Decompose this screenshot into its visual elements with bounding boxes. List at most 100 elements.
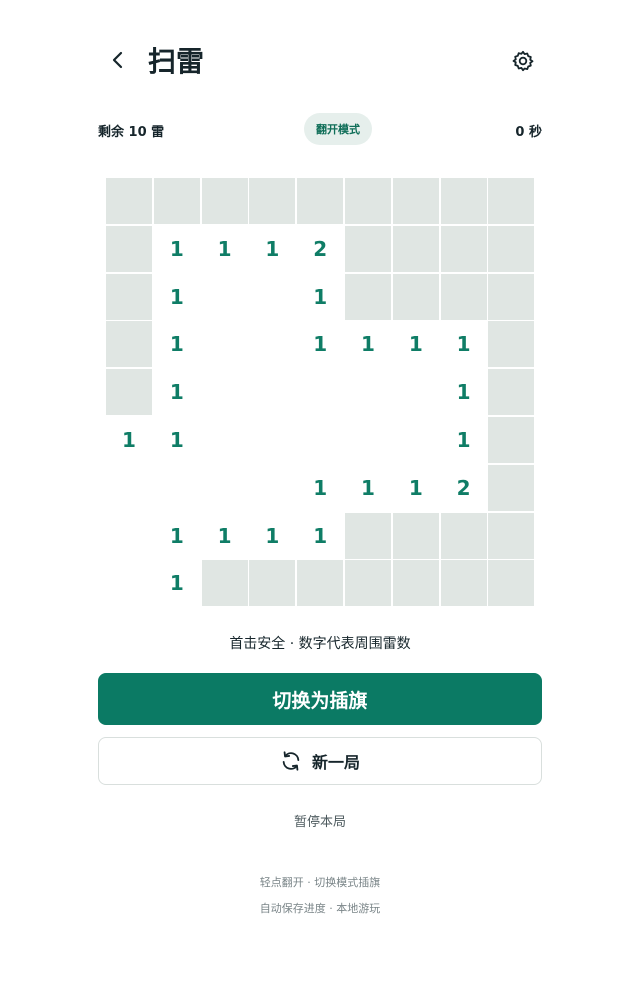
empty-cell <box>106 560 152 607</box>
number-cell: 1 <box>153 512 200 559</box>
new-game-label: 新一局 <box>311 753 360 772</box>
hidden-cell[interactable] <box>392 512 439 559</box>
hidden-cell[interactable] <box>106 369 152 416</box>
empty-cell <box>249 321 296 368</box>
hidden-cell[interactable] <box>249 560 296 607</box>
empty-cell <box>153 464 200 511</box>
hidden-cell[interactable] <box>345 512 391 559</box>
hidden-cell[interactable] <box>297 178 344 224</box>
pause-row: 暂停本局 <box>0 811 640 830</box>
empty-cell <box>392 369 439 416</box>
hidden-cell[interactable] <box>440 225 487 272</box>
toggle-flag-mode-label: 切换为插旗 <box>272 689 368 712</box>
chevron-left-icon <box>112 51 123 69</box>
footer-instructions: 轻点翻开 · 切换模式插旗 <box>259 876 381 889</box>
number-cell: 1 <box>153 321 200 368</box>
empty-cell <box>297 369 344 416</box>
refresh-icon <box>282 751 300 771</box>
hidden-cell[interactable] <box>488 369 535 416</box>
hidden-cell[interactable] <box>392 273 439 320</box>
number-cell: 1 <box>392 464 439 511</box>
hidden-cell[interactable] <box>106 225 152 272</box>
hidden-cell[interactable] <box>297 560 344 607</box>
hidden-cell[interactable] <box>440 273 487 320</box>
page-title: 扫雷 <box>148 45 205 78</box>
gear-icon <box>512 50 534 72</box>
number-cell: 1 <box>440 321 487 368</box>
hidden-cell[interactable] <box>488 512 535 559</box>
timer: 0 秒 <box>515 125 542 140</box>
empty-cell <box>345 417 391 463</box>
number-cell: 1 <box>392 321 439 368</box>
number-cell: 1 <box>153 560 200 607</box>
number-cell: 1 <box>297 512 344 559</box>
empty-cell <box>201 273 248 320</box>
hidden-cell[interactable] <box>345 273 391 320</box>
empty-cell <box>106 464 152 511</box>
hint-text: 首击安全 · 数字代表周围雷数 <box>229 636 411 652</box>
minesweeper-board: 1112111111111111111211111 <box>106 178 535 607</box>
new-game-button[interactable]: 新一局 <box>98 737 542 785</box>
empty-cell <box>249 273 296 320</box>
empty-cell <box>249 417 296 463</box>
number-cell: 1 <box>153 417 200 463</box>
number-cell: 2 <box>297 225 344 272</box>
settings-button[interactable] <box>508 46 538 76</box>
hidden-cell[interactable] <box>440 178 487 224</box>
mode-badge: 翻开模式 <box>304 113 372 145</box>
empty-cell <box>201 321 248 368</box>
hidden-cell[interactable] <box>345 178 391 224</box>
number-cell: 1 <box>297 321 344 368</box>
hidden-cell[interactable] <box>440 560 487 607</box>
number-cell: 1 <box>297 464 344 511</box>
number-cell: 1 <box>345 464 391 511</box>
number-cell: 1 <box>153 369 200 416</box>
status-bar: 剩余 10 雷 翻开模式 0 秒 <box>98 113 542 147</box>
hidden-cell[interactable] <box>392 178 439 224</box>
hidden-cell[interactable] <box>488 560 535 607</box>
empty-cell <box>201 417 248 463</box>
hidden-cell[interactable] <box>488 178 535 224</box>
empty-cell <box>106 512 152 559</box>
number-cell: 1 <box>440 369 487 416</box>
hidden-cell[interactable] <box>488 417 535 463</box>
footer-note: 自动保存进度 · 本地游玩 <box>259 902 381 915</box>
empty-cell <box>345 369 391 416</box>
hidden-cell[interactable] <box>201 178 248 224</box>
back-button[interactable] <box>104 46 132 74</box>
number-cell: 1 <box>153 225 200 272</box>
toggle-flag-mode-button[interactable]: 切换为插旗 <box>98 673 542 725</box>
number-cell: 1 <box>201 512 248 559</box>
mines-remaining: 剩余 10 雷 <box>98 125 165 140</box>
hidden-cell[interactable] <box>345 225 391 272</box>
hidden-cell[interactable] <box>392 560 439 607</box>
number-cell: 1 <box>153 273 200 320</box>
hidden-cell[interactable] <box>488 273 535 320</box>
hidden-cell[interactable] <box>488 464 535 511</box>
empty-cell <box>201 369 248 416</box>
hidden-cell[interactable] <box>249 178 296 224</box>
number-cell: 1 <box>297 273 344 320</box>
header: 扫雷 <box>0 0 640 130</box>
number-cell: 1 <box>440 417 487 463</box>
hidden-cell[interactable] <box>440 512 487 559</box>
hidden-cell[interactable] <box>488 225 535 272</box>
empty-cell <box>249 369 296 416</box>
hidden-cell[interactable] <box>201 560 248 607</box>
hidden-cell[interactable] <box>392 225 439 272</box>
hidden-cell[interactable] <box>345 560 391 607</box>
hidden-cell[interactable] <box>106 273 152 320</box>
hidden-cell[interactable] <box>106 321 152 368</box>
number-cell: 1 <box>106 417 152 463</box>
empty-cell <box>297 417 344 463</box>
empty-cell <box>201 464 248 511</box>
empty-cell <box>392 417 439 463</box>
number-cell: 1 <box>345 321 391 368</box>
hidden-cell[interactable] <box>106 178 152 224</box>
hidden-cell[interactable] <box>153 178 200 224</box>
pause-game-link[interactable]: 暂停本局 <box>294 815 346 830</box>
number-cell: 1 <box>249 225 296 272</box>
number-cell: 1 <box>249 512 296 559</box>
hidden-cell[interactable] <box>488 321 535 368</box>
empty-cell <box>249 464 296 511</box>
